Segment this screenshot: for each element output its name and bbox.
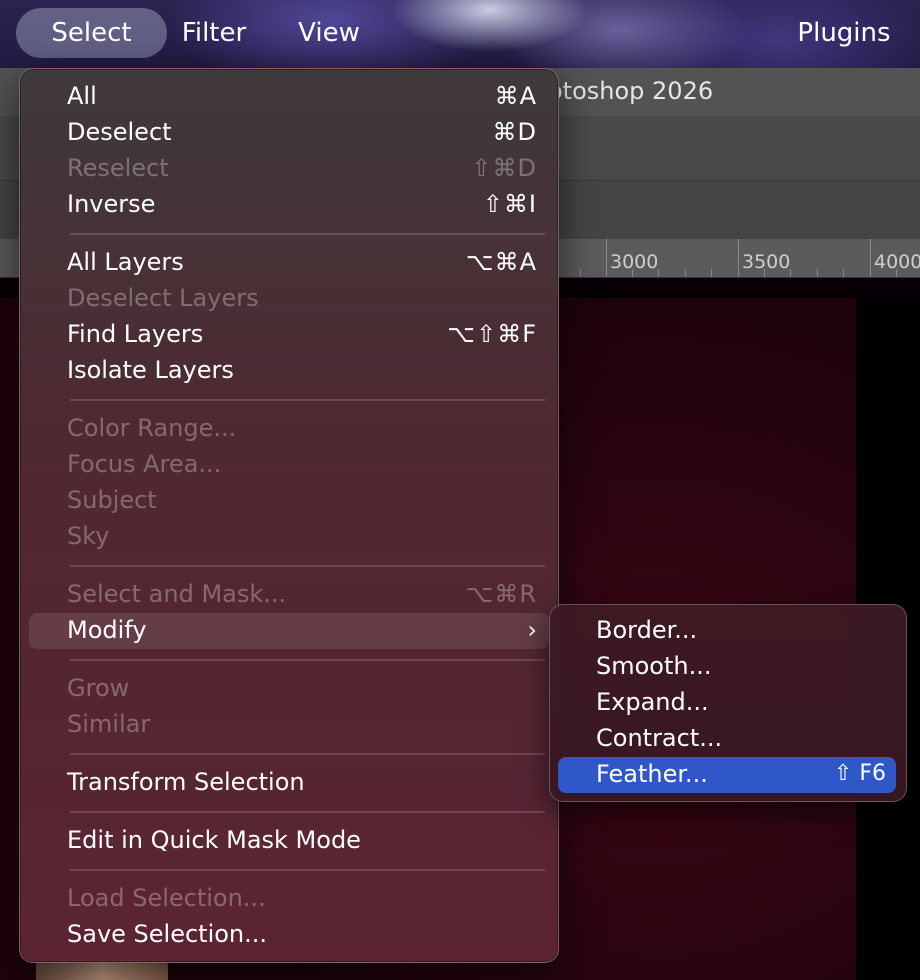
submenu-item-smooth[interactable]: Smooth... bbox=[596, 649, 886, 683]
menu-item-isolate-layers[interactable]: Isolate Layers bbox=[67, 353, 537, 387]
menu-item-inverse[interactable]: Inverse ⇧⌘I bbox=[67, 187, 537, 221]
submenu-item-border[interactable]: Border... bbox=[596, 613, 886, 647]
menu-item-load-selection: Load Selection... bbox=[67, 881, 537, 915]
menu-item-label: Deselect Layers bbox=[67, 284, 259, 312]
submenu-item-feather[interactable]: Feather... ⇧ F6 bbox=[596, 757, 886, 791]
submenu-item-expand[interactable]: Expand... bbox=[596, 685, 886, 719]
menu-separator bbox=[70, 399, 545, 401]
menu-item-label: Select and Mask... bbox=[67, 580, 287, 608]
menu-item-label: Load Selection... bbox=[67, 884, 266, 912]
menu-bar: Select Filter View Plugins bbox=[0, 0, 920, 68]
menu-item-label: Sky bbox=[67, 522, 110, 550]
menu-item-label: Grow bbox=[67, 674, 130, 702]
modify-submenu: Border... Smooth... Expand... Contract..… bbox=[549, 604, 907, 802]
menu-item-similar: Similar bbox=[67, 707, 537, 741]
ruler-minor-tick bbox=[632, 269, 633, 277]
menu-separator bbox=[70, 659, 545, 661]
menu-separator bbox=[70, 233, 545, 235]
chevron-right-icon: › bbox=[527, 616, 537, 644]
menu-item-modify[interactable]: Modify › bbox=[67, 613, 537, 647]
shortcut-label: ⌥⌘A bbox=[465, 248, 537, 276]
menu-item-transform-selection[interactable]: Transform Selection bbox=[67, 765, 537, 799]
menu-item-label: Save Selection... bbox=[67, 920, 268, 948]
shortcut-label: ⇧⌘I bbox=[482, 190, 537, 218]
ruler-tick-label: 4000 bbox=[870, 239, 920, 277]
app-title: otoshop 2026 bbox=[548, 77, 714, 105]
menu-item-label: All bbox=[67, 82, 97, 110]
menu-separator bbox=[70, 753, 545, 755]
menu-item-label: Find Layers bbox=[67, 320, 204, 348]
menu-item-grow: Grow bbox=[67, 671, 537, 705]
menu-separator bbox=[70, 565, 545, 567]
menu-item-focus-area: Focus Area... bbox=[67, 447, 537, 481]
shortcut-label: ⌥⌘R bbox=[465, 580, 537, 608]
menu-item-find-layers[interactable]: Find Layers ⌥⇧⌘F bbox=[67, 317, 537, 351]
menu-item-label: Feather... bbox=[596, 760, 708, 788]
photo-fragment bbox=[36, 960, 168, 980]
menu-item-label: Isolate Layers bbox=[67, 356, 234, 384]
menu-item-deselect-layers: Deselect Layers bbox=[67, 281, 537, 315]
menu-item-label: All Layers bbox=[67, 248, 184, 276]
menu-item-reselect: Reselect ⇧⌘D bbox=[67, 151, 537, 185]
ruler-minor-tick bbox=[896, 269, 897, 277]
ruler-minor-tick bbox=[580, 269, 581, 277]
menu-item-subject: Subject bbox=[67, 483, 537, 517]
shortcut-label: ⇧⌘D bbox=[471, 154, 537, 182]
ruler-minor-tick bbox=[711, 269, 712, 277]
menu-item-edit-quick-mask[interactable]: Edit in Quick Mask Mode bbox=[67, 823, 537, 857]
menu-item-deselect[interactable]: Deselect ⌘D bbox=[67, 115, 537, 149]
ruler-minor-tick bbox=[843, 269, 844, 277]
shortcut-label: ⌘A bbox=[494, 82, 537, 110]
menu-item-label: Color Range... bbox=[67, 414, 237, 442]
menu-item-label: Similar bbox=[67, 710, 151, 738]
ruler-minor-tick bbox=[790, 269, 791, 277]
shortcut-label: ⇧ F6 bbox=[833, 761, 886, 786]
menu-plugins[interactable]: Plugins bbox=[790, 8, 898, 58]
ruler-minor-tick bbox=[764, 269, 765, 277]
select-menu-dropdown: All ⌘A Deselect ⌘D Reselect ⇧⌘D Inverse … bbox=[19, 68, 559, 963]
menu-item-color-range: Color Range... bbox=[67, 411, 537, 445]
menu-item-all-layers[interactable]: All Layers ⌥⌘A bbox=[67, 245, 537, 279]
menu-item-label: Inverse bbox=[67, 190, 156, 218]
menu-item-select-and-mask: Select and Mask... ⌥⌘R bbox=[67, 577, 537, 611]
ruler-minor-tick bbox=[817, 269, 818, 277]
menu-item-label: Subject bbox=[67, 486, 157, 514]
ruler-minor-tick bbox=[685, 269, 686, 277]
menu-item-label: Reselect bbox=[67, 154, 169, 182]
menu-item-label: Focus Area... bbox=[67, 450, 222, 478]
shortcut-label: ⌘D bbox=[492, 118, 537, 146]
menu-select[interactable]: Select bbox=[16, 8, 167, 58]
menu-view[interactable]: View bbox=[292, 8, 366, 58]
menu-item-label: Transform Selection bbox=[67, 768, 305, 796]
menu-item-label: Modify bbox=[67, 616, 147, 644]
menu-item-save-selection[interactable]: Save Selection... bbox=[67, 917, 537, 951]
ruler-minor-tick bbox=[658, 269, 659, 277]
menu-separator bbox=[70, 811, 545, 813]
menu-filter[interactable]: Filter bbox=[176, 8, 252, 58]
menu-item-all[interactable]: All ⌘A bbox=[67, 79, 537, 113]
shortcut-label: ⌥⇧⌘F bbox=[447, 320, 537, 348]
menu-separator bbox=[70, 869, 545, 871]
menu-item-label: Edit in Quick Mask Mode bbox=[67, 826, 361, 854]
submenu-item-contract[interactable]: Contract... bbox=[596, 721, 886, 755]
menu-item-label: Deselect bbox=[67, 118, 172, 146]
menu-item-sky: Sky bbox=[67, 519, 537, 553]
